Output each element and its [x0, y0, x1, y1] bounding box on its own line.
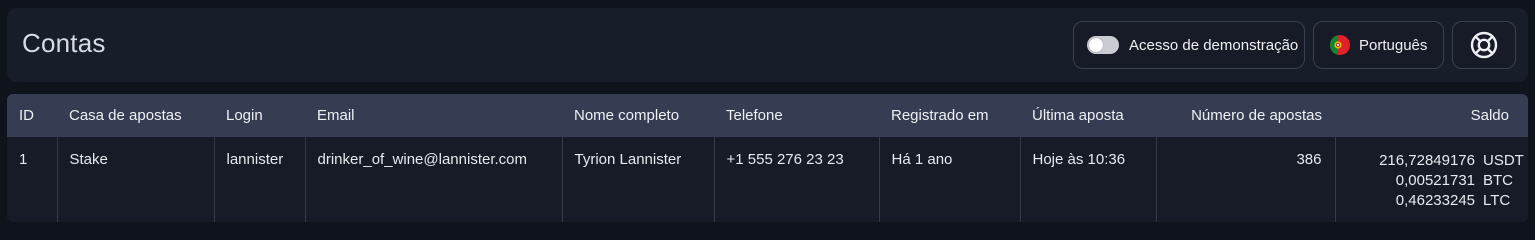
balance-currency: BTC	[1483, 172, 1513, 189]
column-header-bets-count[interactable]: Número de apostas	[1156, 94, 1335, 137]
cell-registered: Há 1 ano	[878, 137, 1020, 222]
balance-line: 216,72849176 USDT	[1348, 151, 1524, 171]
language-selector-button[interactable]: Português	[1313, 21, 1444, 69]
cell-bookmaker: Stake	[56, 137, 214, 222]
portugal-flag-icon	[1330, 35, 1350, 55]
balance-currency: LTC	[1483, 192, 1511, 209]
demo-access-label: Acesso de demonstração	[1129, 36, 1299, 54]
column-header-email[interactable]: Email	[305, 94, 562, 137]
lifebuoy-icon	[1470, 31, 1498, 59]
cell-bets-count: 386	[1155, 137, 1335, 222]
language-label: Português	[1359, 36, 1428, 54]
column-header-full-name[interactable]: Nome completo	[562, 94, 714, 137]
balance-amount: 216,72849176	[1379, 152, 1475, 169]
column-header-phone[interactable]: Telefone	[714, 94, 879, 137]
cell-id: 1	[19, 151, 28, 168]
cell-last-bet: Hoje às 10:36	[1019, 137, 1156, 222]
balance-currency: USDT	[1483, 152, 1524, 169]
cell-phone: +1 555 276 23 23	[713, 137, 879, 222]
page-title: Contas	[22, 28, 106, 58]
column-header-registered[interactable]: Registrado em	[879, 94, 1020, 137]
help-button[interactable]	[1452, 21, 1516, 69]
page-header: Contas Acesso de demonstração Português	[7, 8, 1528, 82]
column-header-bookmaker[interactable]: Casa de apostas	[57, 94, 214, 137]
table-header-row: ID Casa de apostas Login Email Nome comp…	[7, 94, 1528, 137]
cell-login: lannister	[213, 137, 305, 222]
column-header-id[interactable]: ID	[7, 94, 57, 137]
balance-amount: 0,00521731	[1395, 172, 1475, 189]
balance-line: 0,46233245 LTC	[1348, 191, 1518, 211]
table-row[interactable]: 1 Stake lannister drinker_of_wine@lannis…	[7, 137, 1528, 222]
column-header-login[interactable]: Login	[214, 94, 305, 137]
column-header-balance[interactable]: Saldo	[1335, 94, 1528, 137]
cell-balance: 216,72849176 USDT 0,00521731 BTC 0,4623324…	[1334, 137, 1528, 222]
cell-email: drinker_of_wine@lannister.com	[304, 137, 562, 222]
demo-toggle-switch[interactable]	[1087, 36, 1119, 54]
accounts-table: ID Casa de apostas Login Email Nome comp…	[7, 94, 1528, 222]
balance-amount: 0,46233245	[1395, 192, 1475, 209]
cell-full-name: Tyrion Lannister	[561, 137, 714, 222]
balance-line: 0,00521731 BTC	[1348, 171, 1518, 191]
toggle-knob	[1089, 38, 1103, 52]
column-header-last-bet[interactable]: Última aposta	[1020, 94, 1156, 137]
demo-access-toggle-button[interactable]: Acesso de demonstração	[1073, 21, 1305, 69]
